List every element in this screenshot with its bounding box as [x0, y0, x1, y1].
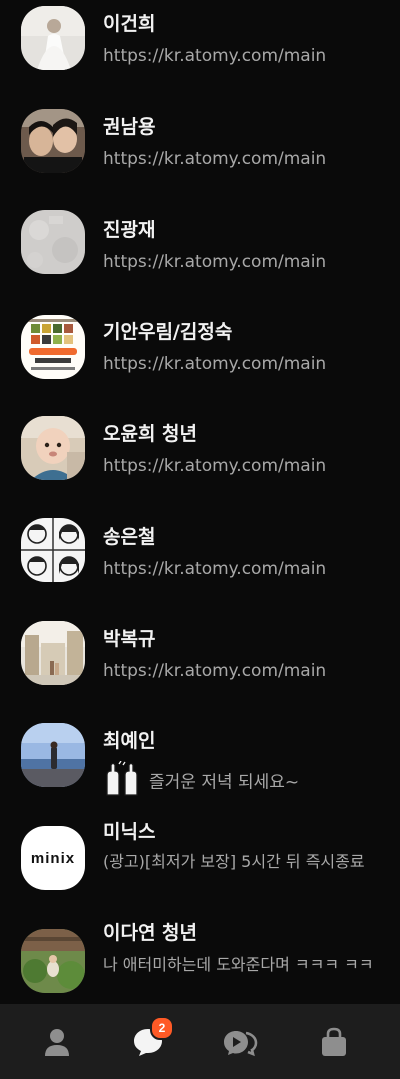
hands-emoji-icon [103, 760, 141, 804]
chat-preview: https://kr.atomy.com/main [103, 354, 327, 374]
chat-preview: https://kr.atomy.com/main [103, 46, 327, 66]
avatar[interactable] [21, 416, 85, 480]
open-chat-icon [224, 1031, 258, 1057]
avatar[interactable] [21, 109, 85, 173]
chat-preview-text: 즐거운 저녁 되세요~ [149, 772, 300, 793]
chat-row[interactable]: 기안우림/김정숙 https://kr.atomy.com/main [0, 308, 400, 408]
chat-list[interactable]: 이건희 https://kr.atomy.com/main 권남용 https:… [0, 0, 400, 1004]
tab-friends[interactable] [37, 1024, 77, 1060]
chat-name: 송은철 [103, 526, 156, 548]
avatar[interactable] [21, 723, 85, 787]
chat-name: 오윤희 청년 [103, 423, 198, 445]
shopping-bag-icon [322, 1027, 346, 1056]
chat-row[interactable]: 이건희 https://kr.atomy.com/main [0, 0, 400, 100]
chat-row[interactable]: minix 미닉스 (광고)[최저가 보장] 5시간 뒤 즉시종료 [0, 814, 400, 924]
chat-row[interactable]: 송은철 https://kr.atomy.com/main [0, 513, 400, 613]
chat-row[interactable]: 박복규 https://kr.atomy.com/main [0, 615, 400, 715]
chat-name: 기안우림/김정숙 [103, 321, 233, 343]
avatar[interactable] [21, 6, 85, 70]
chat-row[interactable]: 이다연 청년 나 애터미하는데 도와준다며 ㅋㅋㅋ ㅋㅋ [0, 917, 400, 1004]
chat-name: 이건희 [103, 13, 156, 35]
tab-chats[interactable]: 2 [128, 1016, 174, 1060]
chat-preview: (광고)[최저가 보장] 5시간 뒤 즉시종료 [103, 852, 365, 871]
avatar[interactable] [21, 518, 85, 582]
unread-badge: 2 [150, 1016, 174, 1040]
chat-row[interactable]: 권남용 https://kr.atomy.com/main [0, 103, 400, 203]
chat-name: 미닉스 [103, 821, 156, 843]
chat-name: 박복규 [103, 628, 156, 650]
avatar[interactable] [21, 315, 85, 379]
bottom-tab-bar: 2 [0, 1004, 400, 1079]
chat-preview: 즐거운 저녁 되세요~ [103, 760, 388, 804]
chat-preview: https://kr.atomy.com/main [103, 252, 327, 272]
chat-name: 이다연 청년 [103, 922, 198, 944]
chat-name: 진광재 [103, 219, 156, 241]
chat-row[interactable]: 진광재 https://kr.atomy.com/main [0, 206, 400, 306]
person-icon [45, 1029, 69, 1056]
chat-name: 권남용 [103, 116, 156, 138]
chat-preview: https://kr.atomy.com/main [103, 661, 327, 681]
avatar[interactable]: minix [21, 826, 85, 890]
avatar[interactable] [21, 929, 85, 993]
chat-preview: https://kr.atomy.com/main [103, 559, 327, 579]
chat-preview: 나 애터미하는데 도와준다며 ㅋㅋㅋ ㅋㅋ [103, 955, 374, 974]
minix-logo: minix [30, 849, 76, 867]
tab-open-chat[interactable] [220, 1024, 260, 1060]
chat-row[interactable]: 최예인 즐거운 저녁 되세요~ [0, 717, 400, 817]
chat-preview: https://kr.atomy.com/main [103, 149, 327, 169]
chat-preview: https://kr.atomy.com/main [103, 456, 327, 476]
chat-list-screen: 이건희 https://kr.atomy.com/main 권남용 https:… [0, 0, 400, 1079]
tab-shopping[interactable] [314, 1024, 354, 1060]
chat-name: 최예인 [103, 730, 156, 752]
avatar[interactable] [21, 621, 85, 685]
chat-row[interactable]: 오윤희 청년 https://kr.atomy.com/main [0, 410, 400, 510]
avatar[interactable] [21, 210, 85, 274]
